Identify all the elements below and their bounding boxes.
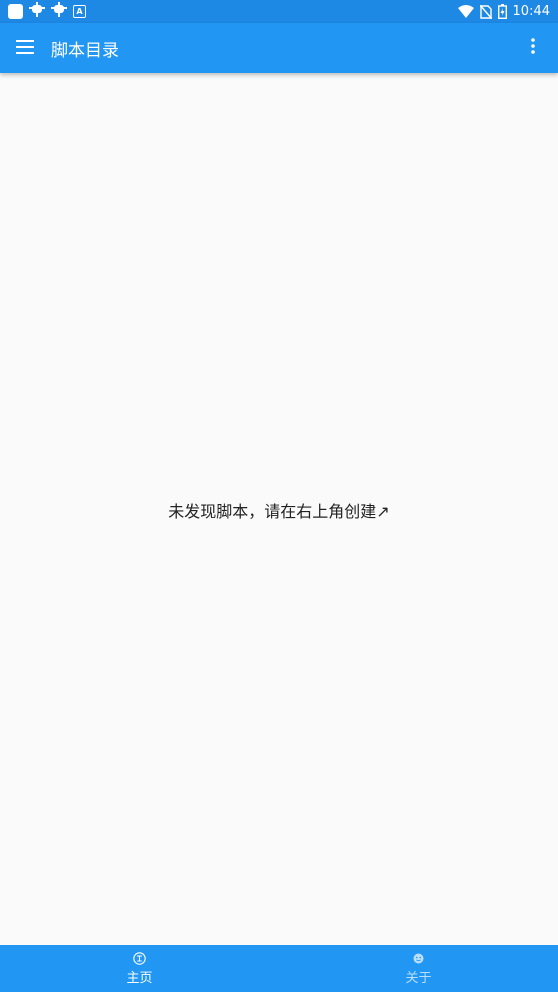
nav-label-about: 关于 xyxy=(405,971,432,986)
empty-state-message: 未发现脚本，请在右上角创建↗ xyxy=(168,501,390,521)
status-left-icons: A xyxy=(8,2,86,21)
menu-icon xyxy=(16,39,34,58)
nav-item-about[interactable]: 关于 xyxy=(279,945,558,992)
no-sim-icon xyxy=(479,4,492,19)
bug-icon xyxy=(51,2,67,21)
app-square-icon xyxy=(8,4,23,19)
screen: A 10:44 脚本目录 未发现脚本，请在右上角创建↗ 主页 关于 xyxy=(0,0,558,992)
more-vert-icon xyxy=(531,38,535,58)
write-icon xyxy=(133,951,146,965)
bottom-navigation: 主页 关于 xyxy=(0,945,558,992)
a-notification-icon: A xyxy=(73,5,86,18)
status-right-icons: 10:44 xyxy=(457,4,550,19)
status-clock: 10:44 xyxy=(512,4,550,19)
main-content: 未发现脚本，请在右上角创建↗ xyxy=(0,73,558,945)
app-bar: 脚本目录 xyxy=(0,23,558,73)
battery-icon xyxy=(497,4,507,19)
wifi-icon xyxy=(457,5,474,18)
smiley-icon xyxy=(413,951,424,965)
status-bar: A 10:44 xyxy=(0,0,558,23)
overflow-menu-button[interactable] xyxy=(508,23,558,73)
bug-icon xyxy=(29,2,45,21)
menu-button[interactable] xyxy=(0,23,50,73)
nav-label-home: 主页 xyxy=(126,971,153,986)
page-title: 脚本目录 xyxy=(51,40,119,61)
nav-item-home[interactable]: 主页 xyxy=(0,945,279,992)
